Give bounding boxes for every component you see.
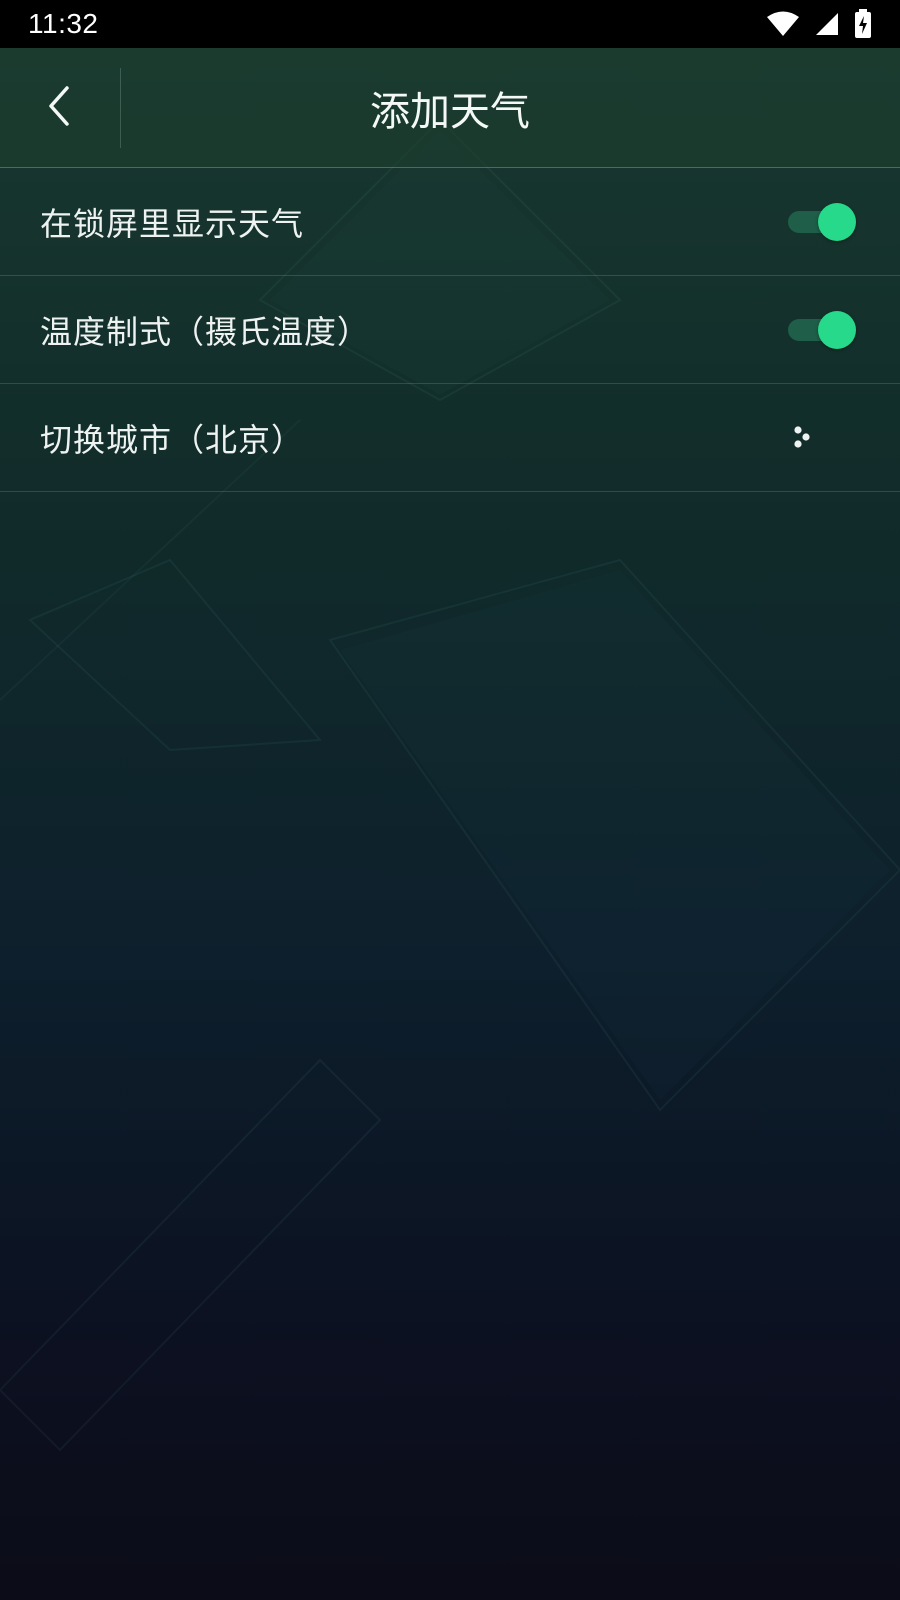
- setting-label: 切换城市（北京）: [40, 420, 305, 459]
- setting-temperature-unit[interactable]: 温度制式（摄氏温度）: [0, 276, 900, 384]
- setting-label: 在锁屏里显示天气: [40, 204, 305, 243]
- battery-charging-icon: [854, 9, 872, 39]
- status-icons: [766, 9, 872, 39]
- app-bar: 添加天气: [0, 48, 900, 168]
- toggle-thumb: [818, 202, 856, 241]
- wifi-icon: [766, 11, 800, 37]
- toggle-thumb: [818, 310, 856, 349]
- dots-icon[interactable]: [788, 423, 818, 453]
- status-bar: 11:32: [0, 0, 900, 48]
- status-time: 11:32: [28, 8, 99, 39]
- setting-lockscreen-weather[interactable]: 在锁屏里显示天气: [0, 168, 900, 276]
- lockscreen-weather-toggle[interactable]: [788, 202, 856, 242]
- temperature-unit-toggle[interactable]: [788, 310, 856, 350]
- page-title: 添加天气: [370, 89, 530, 135]
- setting-switch-city[interactable]: 切换城市（北京）: [0, 384, 900, 492]
- settings-list: 在锁屏里显示天气 温度制式（摄氏温度） 切换城市（北京）: [0, 168, 900, 492]
- setting-label: 温度制式（摄氏温度）: [40, 312, 371, 351]
- cellular-signal-icon: [814, 11, 840, 37]
